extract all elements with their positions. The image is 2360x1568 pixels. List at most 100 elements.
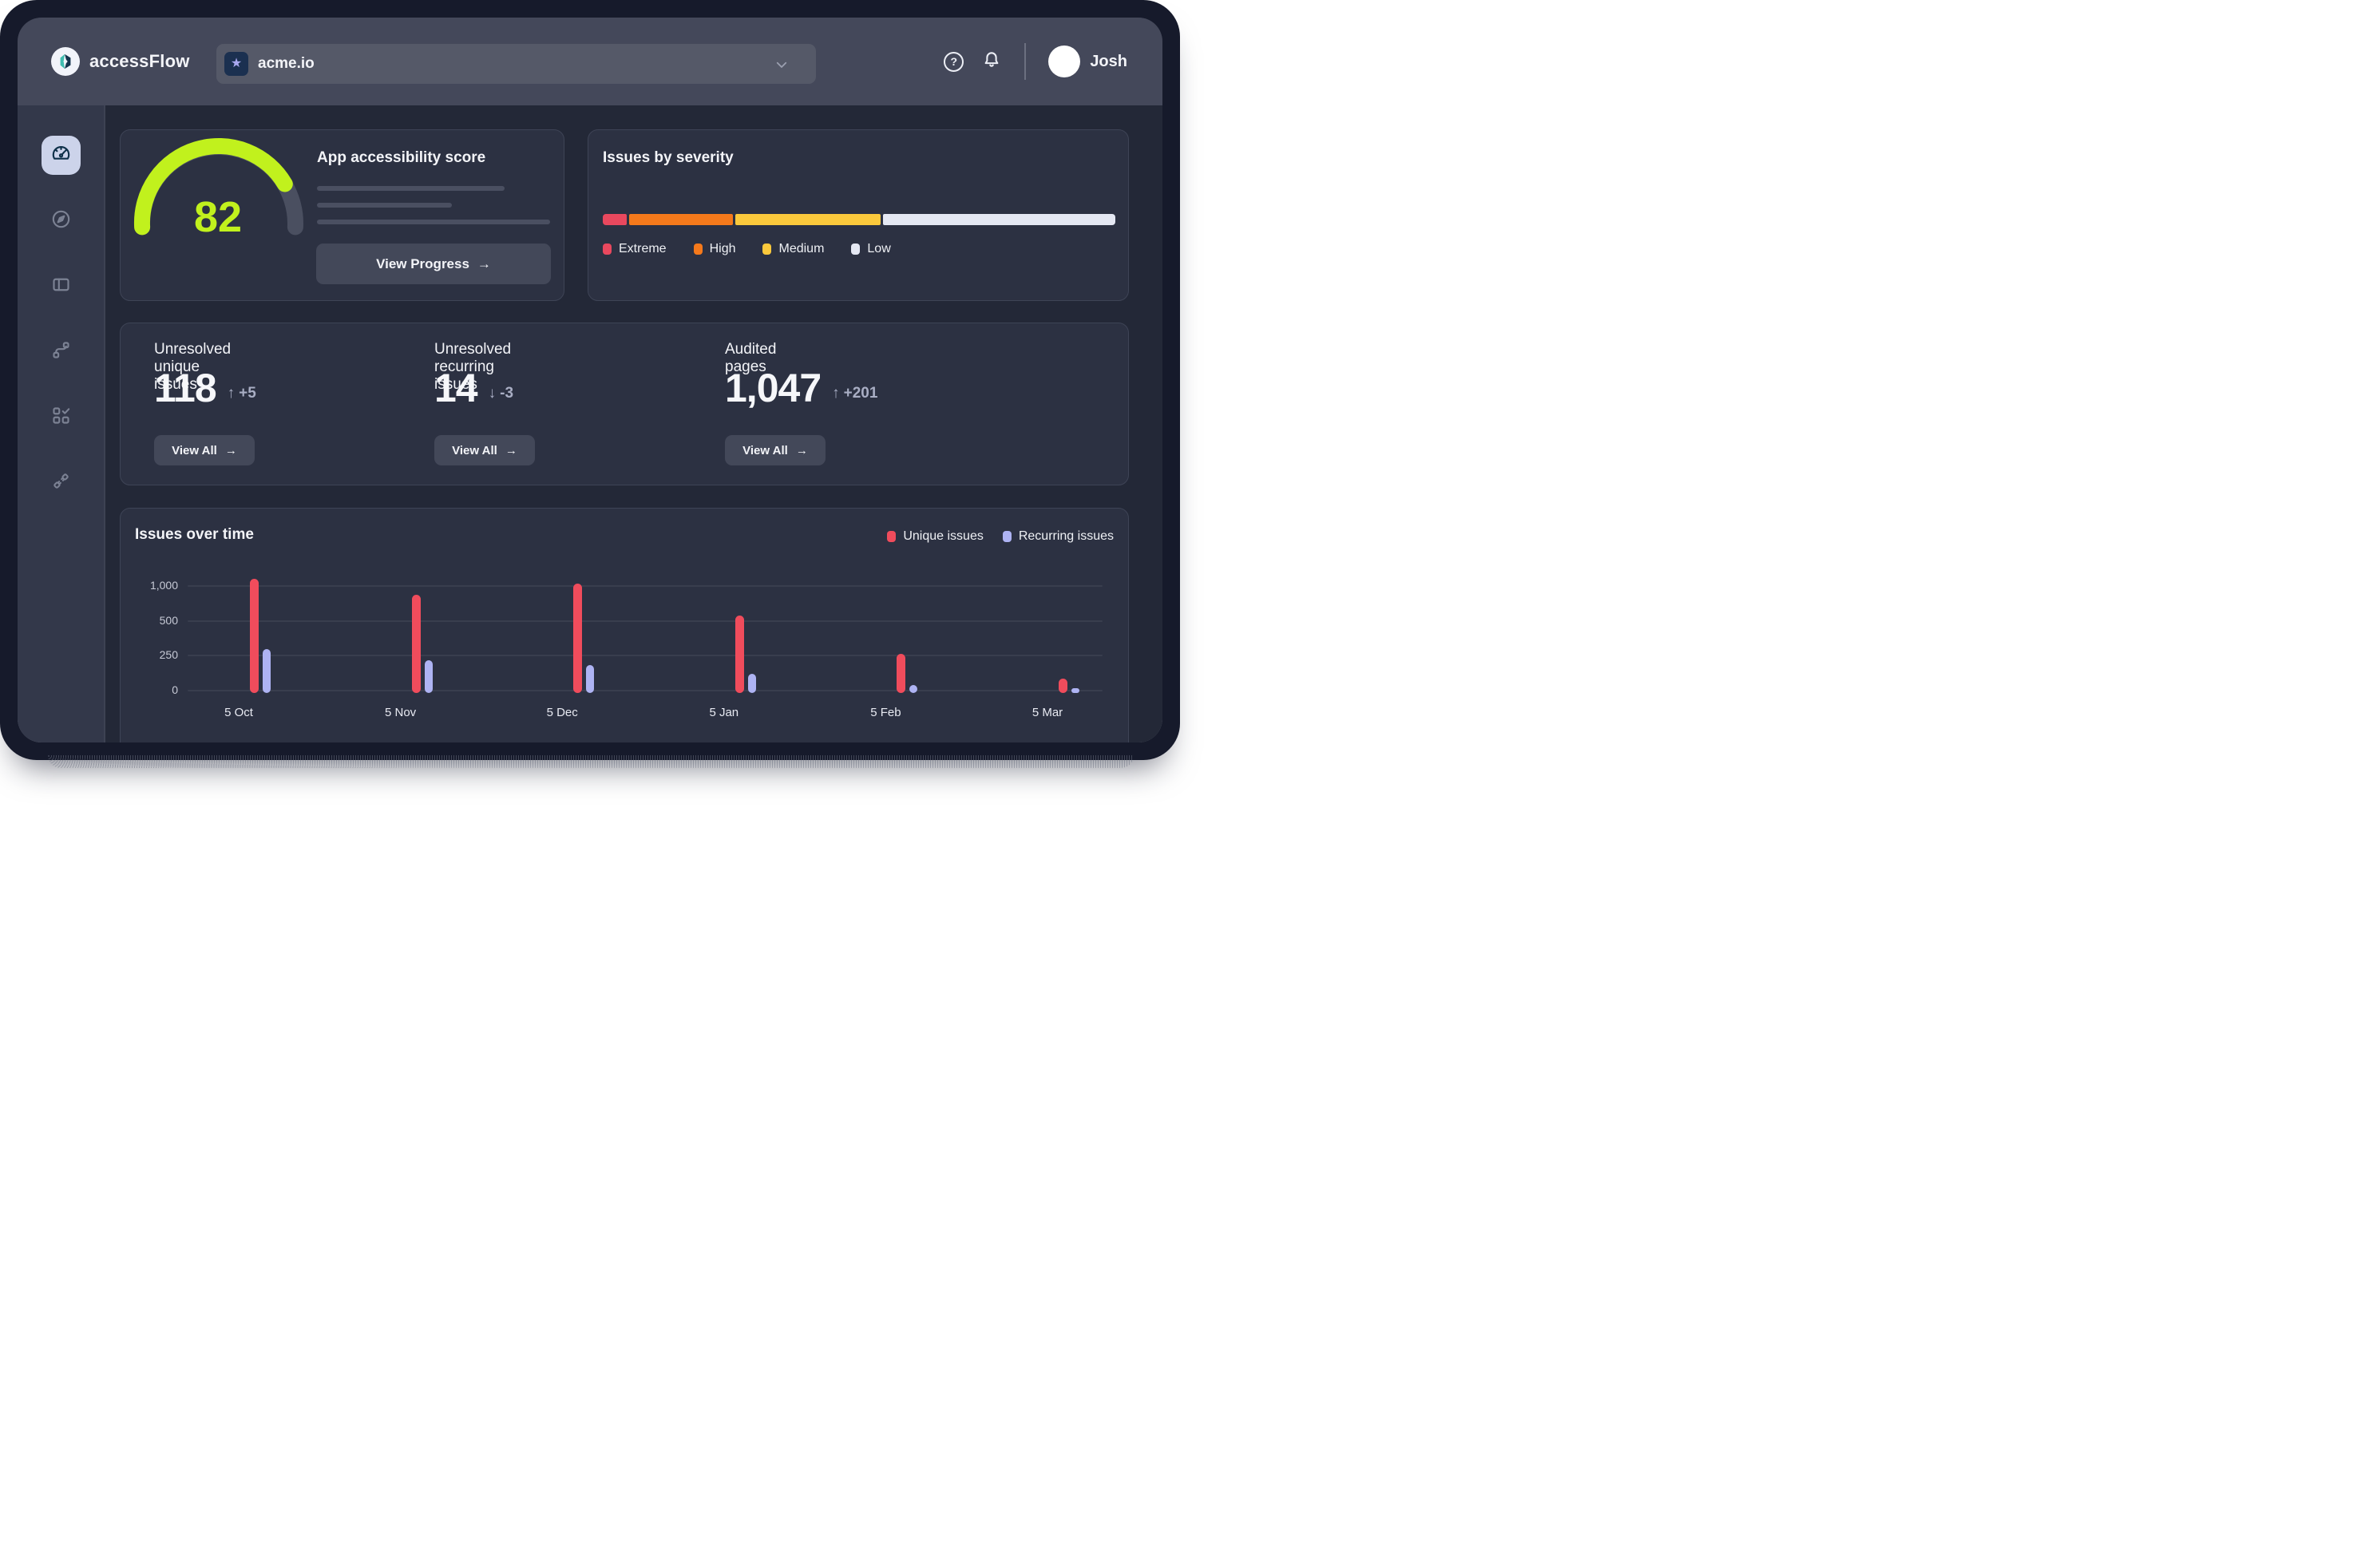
view-all-unique-button[interactable]: View All → xyxy=(154,435,255,465)
layout-panel-icon xyxy=(50,274,72,299)
legend-swatch-icon xyxy=(694,244,703,255)
accessibility-score-card: 82 App accessibility score View Progress… xyxy=(120,129,564,301)
legend-label: Recurring issues xyxy=(1019,529,1114,544)
x-axis-label: 5 Jan xyxy=(688,706,760,719)
legend-label: Extreme xyxy=(619,242,667,256)
bar-recurring-5-mar xyxy=(1071,688,1079,693)
legend-swatch-icon xyxy=(603,244,612,255)
y-axis-label: 1,000 xyxy=(129,579,178,592)
x-axis-label: 5 Mar xyxy=(1012,706,1083,719)
bar-unique-5-oct xyxy=(250,579,259,693)
bar-unique-5-jan xyxy=(735,616,744,693)
top-bar: accessFlow ★ acme.io ? Jos xyxy=(18,18,1162,105)
view-all-label: View All xyxy=(452,444,497,457)
sidebar-item-audits[interactable] xyxy=(42,398,81,437)
legend-swatch-icon xyxy=(1003,531,1012,542)
y-axis-label: 500 xyxy=(129,614,178,627)
legend-item: Low xyxy=(851,242,890,256)
legend-swatch-icon xyxy=(762,244,771,255)
project-selector[interactable]: ★ acme.io xyxy=(216,44,816,84)
severity-segment-extreme xyxy=(603,214,627,225)
x-axis-label: 5 Nov xyxy=(365,706,437,719)
x-axis-label: 5 Dec xyxy=(526,706,598,719)
sidebar-item-pages[interactable] xyxy=(42,267,81,306)
app-window: accessFlow ★ acme.io ? Jos xyxy=(0,0,1180,760)
view-all-recurring-button[interactable]: View All → xyxy=(434,435,535,465)
x-axis-label: 5 Oct xyxy=(203,706,275,719)
app-content: accessFlow ★ acme.io ? Jos xyxy=(18,18,1162,742)
score-card-title: App accessibility score xyxy=(317,149,485,167)
help-button[interactable]: ? xyxy=(944,52,964,72)
bar-recurring-5-feb xyxy=(909,685,917,693)
chevron-down-icon xyxy=(774,57,789,76)
legend-swatch-icon xyxy=(887,531,896,542)
severity-segment-low xyxy=(883,214,1115,225)
stat-value: 1,047 xyxy=(725,365,821,411)
user-menu[interactable]: Josh xyxy=(1048,46,1127,77)
bar-unique-5-feb xyxy=(897,654,905,693)
notifications-button[interactable] xyxy=(981,49,1002,74)
bar-recurring-5-dec xyxy=(586,665,594,693)
stat-delta-value: +5 xyxy=(239,385,256,402)
user-name: Josh xyxy=(1090,53,1127,71)
project-selector-value: acme.io xyxy=(258,55,315,73)
sidebar-item-integrations[interactable] xyxy=(42,463,81,502)
view-all-label: View All xyxy=(742,444,788,457)
bar-recurring-5-jan xyxy=(748,674,756,693)
arrow-right-icon: → xyxy=(477,256,491,272)
y-axis-label: 0 xyxy=(129,683,178,696)
grid-check-icon xyxy=(50,405,72,430)
stat-value: 118 xyxy=(154,365,216,411)
bar-unique-5-dec xyxy=(573,584,582,693)
y-axis-label: 250 xyxy=(129,648,178,661)
window-shadow xyxy=(48,755,1134,768)
severity-legend: Extreme High Medium Low xyxy=(603,242,891,256)
stat-delta-value: +201 xyxy=(844,385,878,402)
legend-label: Low xyxy=(867,242,890,256)
view-all-audited-button[interactable]: View All → xyxy=(725,435,826,465)
header-actions: ? Josh xyxy=(944,18,1127,105)
issues-by-severity-card: Issues by severity ExtremeHighMediumLow xyxy=(588,129,1129,301)
brand: accessFlow xyxy=(51,47,190,76)
legend-item: High xyxy=(694,242,736,256)
gridline xyxy=(188,620,1103,622)
arrow-up-icon: ↑ xyxy=(228,385,236,402)
plug-icon xyxy=(50,470,72,496)
chart-legend: Unique issuesRecurring issues xyxy=(887,529,1114,544)
sidebar-item-user-flows[interactable] xyxy=(42,332,81,371)
view-progress-button[interactable]: View Progress → xyxy=(316,244,551,284)
header-divider xyxy=(1024,43,1026,80)
sidebar xyxy=(18,105,105,742)
score-value: 82 xyxy=(173,192,263,242)
view-progress-label: View Progress xyxy=(376,256,469,272)
avatar xyxy=(1048,46,1080,77)
project-star-icon: ★ xyxy=(224,52,248,76)
stat-delta: ↑ +201 xyxy=(832,385,877,402)
arrow-right-icon: → xyxy=(796,444,808,457)
severity-segment-medium xyxy=(735,214,881,225)
main-content: 82 App accessibility score View Progress… xyxy=(105,105,1162,742)
gridline xyxy=(188,690,1103,691)
sidebar-item-explore[interactable] xyxy=(42,201,81,240)
skeleton-line xyxy=(317,220,550,224)
gridline xyxy=(188,585,1103,587)
legend-label: Medium xyxy=(778,242,824,256)
bar-unique-5-mar xyxy=(1059,679,1067,693)
stat-delta-value: -3 xyxy=(500,385,513,402)
chart-title: Issues over time xyxy=(135,526,254,544)
brand-name: accessFlow xyxy=(89,51,190,72)
gridline xyxy=(188,655,1103,656)
severity-segment-high xyxy=(629,214,733,225)
issues-over-time-card: Issues over time Unique issuesRecurring … xyxy=(120,508,1129,742)
stat-value: 14 xyxy=(434,365,477,411)
legend-label: High xyxy=(710,242,736,256)
route-icon xyxy=(50,339,72,365)
skeleton-line xyxy=(317,203,452,208)
sidebar-item-dashboard[interactable] xyxy=(42,136,81,175)
speedometer-icon xyxy=(50,143,72,168)
legend-item: Extreme xyxy=(603,242,667,256)
legend-item: Recurring issues xyxy=(1003,529,1114,544)
x-axis-label: 5 Feb xyxy=(849,706,921,719)
compass-icon xyxy=(50,208,72,234)
bar-unique-5-nov xyxy=(412,595,421,693)
